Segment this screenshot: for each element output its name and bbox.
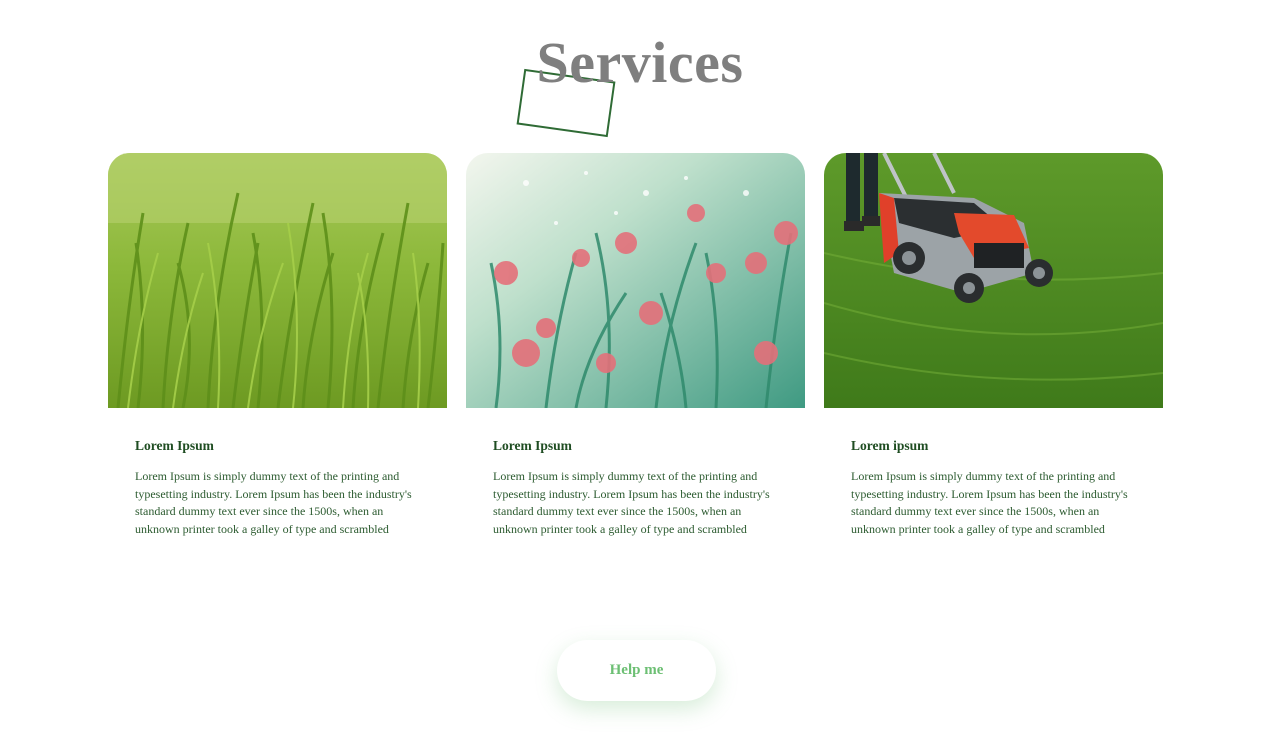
card-title: Lorem Ipsum xyxy=(135,438,214,453)
card-image-lawn-mower xyxy=(824,153,1163,408)
card-title: Lorem Ipsum xyxy=(493,438,572,453)
services-page: Services Lorem Ipsum Lorem Ipsum is simp… xyxy=(0,0,1280,738)
card-body: Lorem Ipsum Lorem Ipsum is simply dummy … xyxy=(466,408,805,538)
card-text: Lorem Ipsum is simply dummy text of the … xyxy=(135,469,412,536)
section-title: Services xyxy=(536,30,744,95)
card-title: Lorem ipsum xyxy=(851,438,929,453)
flowers-image xyxy=(466,153,805,408)
service-card[interactable]: Lorem Ipsum Lorem Ipsum is simply dummy … xyxy=(466,153,805,538)
card-body: Lorem ipsum Lorem Ipsum is simply dummy … xyxy=(824,408,1163,538)
service-card[interactable]: Lorem ipsum Lorem Ipsum is simply dummy … xyxy=(824,153,1163,538)
card-image-flowers xyxy=(466,153,805,408)
card-image-grass xyxy=(108,153,447,408)
service-card[interactable]: Lorem Ipsum Lorem Ipsum is simply dummy … xyxy=(108,153,447,538)
card-body: Lorem Ipsum Lorem Ipsum is simply dummy … xyxy=(108,408,447,538)
card-text: Lorem Ipsum is simply dummy text of the … xyxy=(851,469,1128,536)
grass-image xyxy=(108,153,447,408)
services-header: Services xyxy=(0,30,1280,140)
help-me-button[interactable]: Help me xyxy=(557,640,716,701)
services-cards: Lorem Ipsum Lorem Ipsum is simply dummy … xyxy=(108,153,1164,538)
card-text: Lorem Ipsum is simply dummy text of the … xyxy=(493,469,770,536)
lawn-mower-image xyxy=(824,153,1163,408)
